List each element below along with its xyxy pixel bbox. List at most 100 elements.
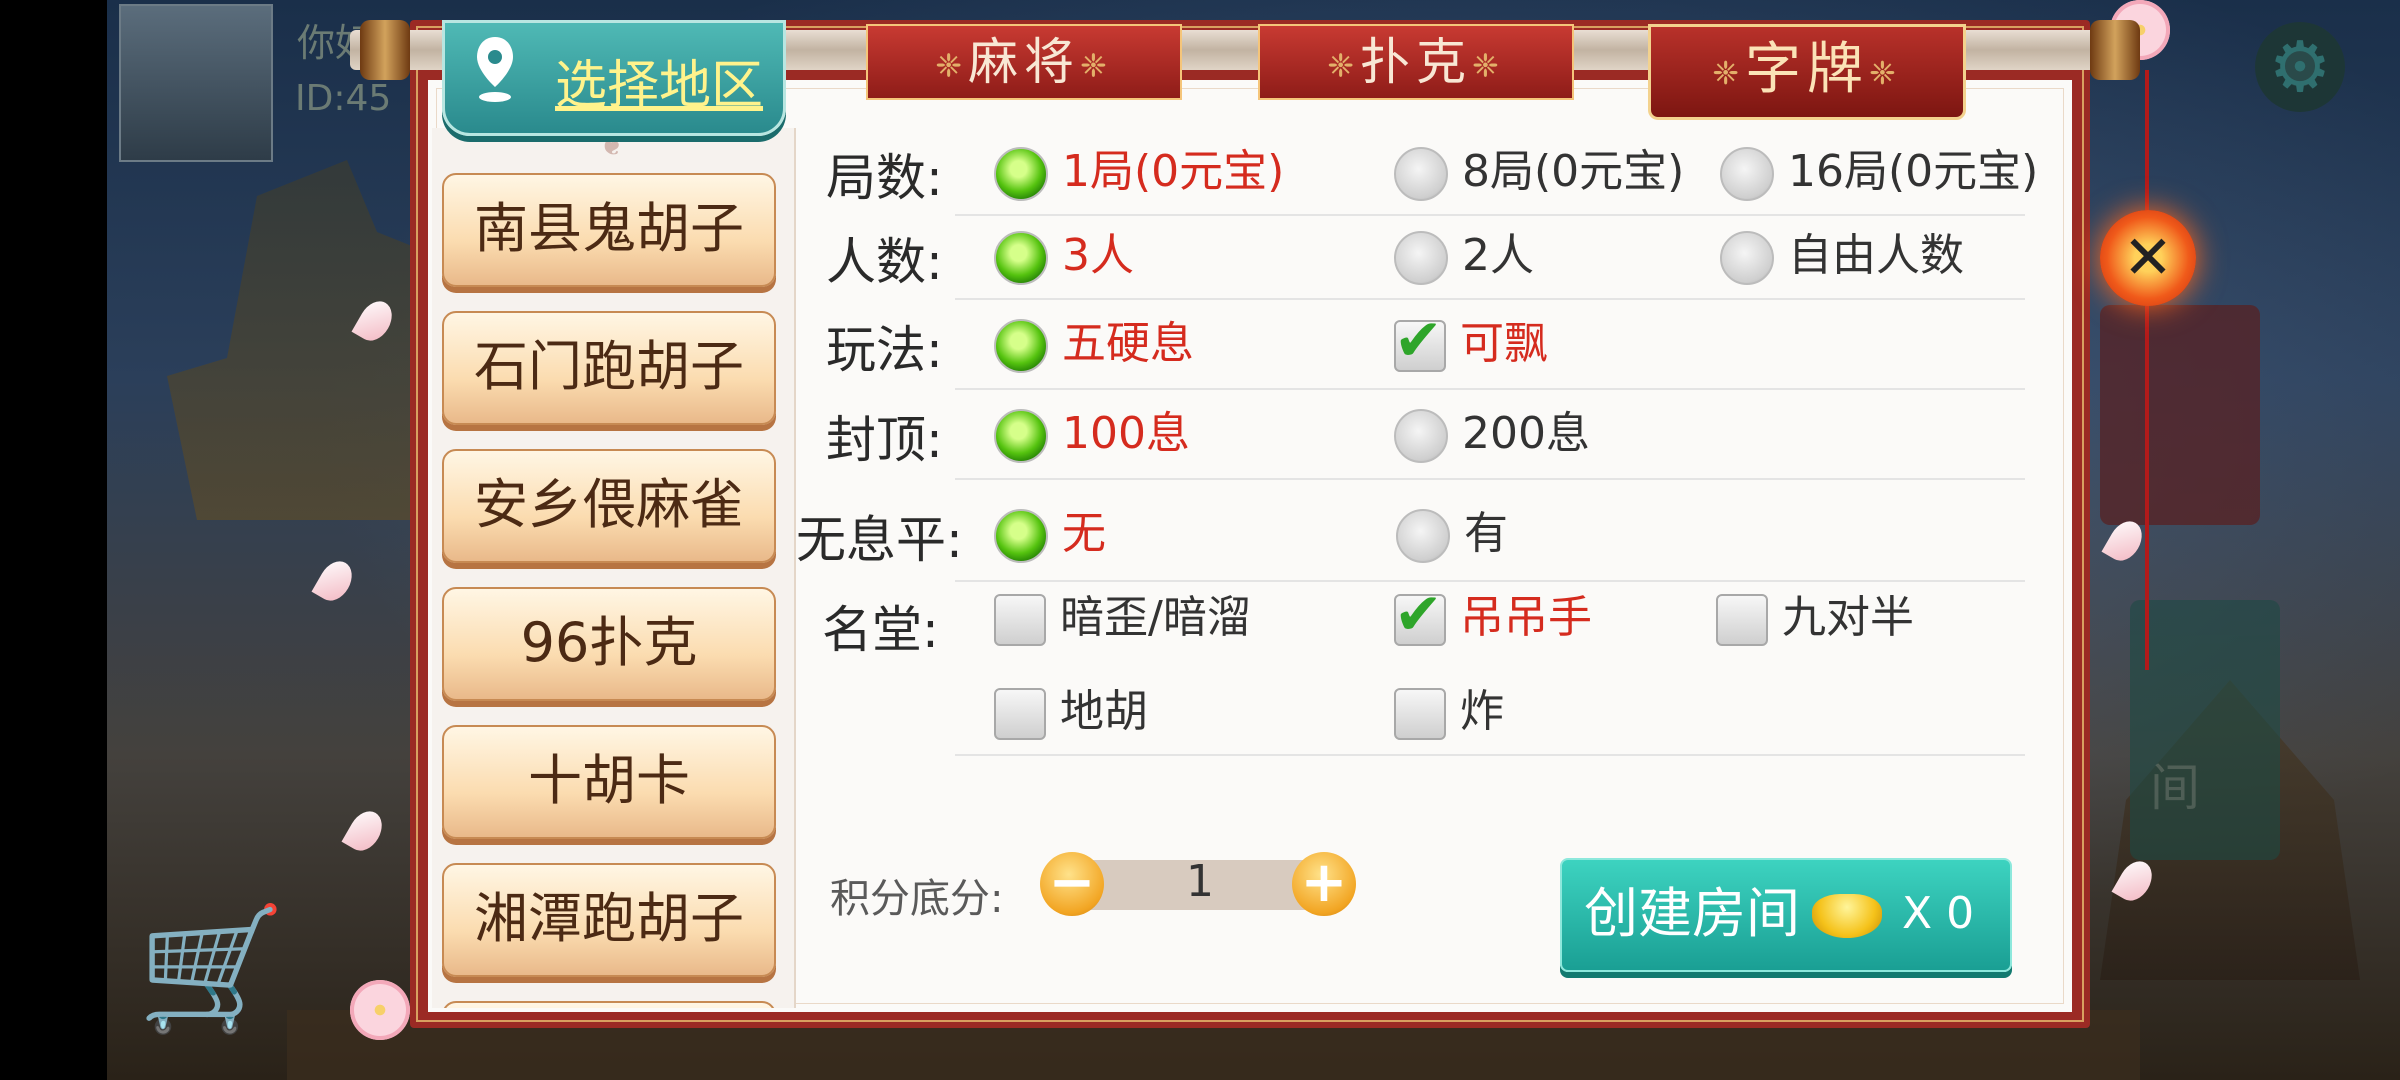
ming-tang-diaodiaoshou[interactable]: 吊吊手	[1394, 584, 1592, 648]
radio-selected-icon	[994, 509, 1048, 563]
side-card-green: 间	[2130, 600, 2280, 860]
tab-zipai[interactable]: ❈字牌❈	[1648, 24, 1966, 120]
option-text: 吊吊手	[1460, 592, 1592, 643]
tab-poker[interactable]: ❈扑克❈	[1258, 24, 1574, 100]
tab-label: 扑克	[1360, 33, 1472, 91]
game-item-shihuka[interactable]: 十胡卡	[442, 725, 776, 839]
base-score-value: 1	[1186, 856, 1214, 907]
option-text: 自由人数	[1788, 230, 1964, 281]
ornament-icon: ❈	[1472, 46, 1505, 85]
option-text: 8局(0元宝)	[1462, 146, 1685, 197]
ming-tang-angwai[interactable]: 暗歪/暗溜	[994, 588, 1251, 648]
option-text: 1局(0元宝)	[1062, 146, 1285, 197]
create-room-button[interactable]: 创建房间 X 0	[1560, 858, 2012, 972]
divider	[955, 214, 2025, 216]
players-option-2[interactable]: 2人	[1394, 226, 1534, 286]
game-item-anxiang-weimaque[interactable]: 安乡偎麻雀	[442, 449, 776, 563]
checkbox-icon	[1716, 594, 1768, 646]
gear-icon[interactable]: ⚙	[2255, 22, 2345, 112]
rounds-option-16[interactable]: 16局(0元宝)	[1720, 142, 2038, 202]
region-game-list: ❦ 南县鬼胡子 石门跑胡子 安乡偎麻雀 96扑克 十胡卡 湘潭跑胡子	[432, 128, 796, 1008]
ornament-icon: ❈	[1869, 53, 1902, 92]
option-text: 200息	[1462, 408, 1590, 459]
ming-tang-jiuduiban[interactable]: 九对半	[1716, 588, 1914, 648]
option-text: 3人	[1062, 230, 1134, 281]
radio-icon	[1720, 147, 1774, 201]
ming-tang-zha[interactable]: 炸	[1394, 682, 1504, 742]
select-region-tab[interactable]: 选择地区	[442, 20, 786, 136]
base-score-label: 积分底分:	[830, 876, 1004, 922]
option-text: 地胡	[1060, 686, 1148, 737]
option-text: 100息	[1062, 408, 1190, 459]
divider	[955, 754, 2025, 756]
cap-option-100[interactable]: 100息	[994, 404, 1190, 464]
shop-cart-icon[interactable]: 🛒	[137, 900, 317, 1040]
play-option-kepiao[interactable]: 可飘	[1394, 310, 1548, 374]
option-text: 炸	[1460, 686, 1504, 737]
user-id-text: ID:45	[295, 78, 392, 119]
radio-icon	[1394, 147, 1448, 201]
option-text: 无	[1062, 508, 1106, 559]
no-xi-ping-label: 无息平:	[796, 511, 963, 569]
option-text: 五硬息	[1062, 318, 1194, 369]
option-text: 可飘	[1460, 318, 1548, 369]
radio-icon	[1720, 231, 1774, 285]
players-option-free[interactable]: 自由人数	[1720, 226, 1964, 286]
lantern-cord	[2145, 70, 2149, 670]
ming-tang-dihu[interactable]: 地胡	[994, 682, 1148, 742]
game-item-96-poker[interactable]: 96扑克	[442, 587, 776, 701]
players-label: 人数:	[826, 233, 943, 291]
tab-mahjong[interactable]: ❈麻将❈	[866, 24, 1182, 100]
plus-button[interactable]: +	[1292, 852, 1356, 916]
cap-label: 封顶:	[826, 411, 943, 469]
play-label: 玩法:	[826, 321, 943, 379]
play-option-wuyingxi[interactable]: 五硬息	[994, 314, 1194, 374]
ingot-cost: X 0	[1902, 888, 1975, 939]
game-item-more[interactable]	[442, 1001, 776, 1008]
radio-selected-icon	[994, 319, 1048, 373]
tab-label: 麻将	[968, 33, 1080, 91]
rounds-option-8[interactable]: 8局(0元宝)	[1394, 142, 1684, 202]
select-region-label: 选择地区	[555, 56, 764, 116]
radio-icon	[1396, 509, 1450, 563]
room-icon: 间	[2150, 759, 2200, 817]
radio-selected-icon	[994, 409, 1048, 463]
ornament-icon: ❈	[1327, 46, 1360, 85]
ornament-icon: ❈	[1080, 46, 1113, 85]
location-pin-icon	[477, 37, 513, 102]
close-button[interactable]: ✕	[2100, 210, 2196, 306]
gold-ingot-icon	[1812, 894, 1882, 938]
option-text: 2人	[1462, 230, 1534, 281]
divider	[955, 298, 2025, 300]
no-xi-ping-option-yes[interactable]: 有	[1396, 504, 1508, 564]
checkbox-icon	[994, 688, 1046, 740]
option-text: 暗歪/暗溜	[1060, 592, 1251, 643]
checkbox-checked-icon	[1394, 584, 1446, 646]
radio-selected-icon	[994, 147, 1048, 201]
minus-button[interactable]: −	[1040, 852, 1104, 916]
scroll-cap-right	[2090, 20, 2140, 80]
option-text: 16局(0元宝)	[1788, 146, 2039, 197]
game-item-xiangtan-paohuzi[interactable]: 湘潭跑胡子	[442, 863, 776, 977]
option-text: 有	[1464, 508, 1508, 559]
ornament-icon: ❈	[1712, 53, 1745, 92]
game-item-nanxian-guihuzi[interactable]: 南县鬼胡子	[442, 173, 776, 287]
ming-tang-label: 名堂:	[822, 601, 939, 659]
radio-icon	[1394, 409, 1448, 463]
checkbox-icon	[994, 594, 1046, 646]
rounds-label: 局数:	[826, 149, 943, 207]
ornament-icon: ❈	[935, 46, 968, 85]
create-room-label: 创建房间	[1584, 882, 1800, 945]
no-xi-ping-option-none[interactable]: 无	[994, 504, 1106, 564]
rounds-option-1[interactable]: 1局(0元宝)	[994, 142, 1284, 202]
scroll-cap-left	[360, 20, 410, 80]
tab-label: 字牌	[1745, 37, 1869, 102]
checkbox-checked-icon	[1394, 310, 1446, 372]
players-option-3[interactable]: 3人	[994, 226, 1134, 286]
avatar[interactable]	[119, 4, 273, 162]
option-text: 九对半	[1782, 592, 1914, 643]
divider	[955, 478, 2025, 480]
cap-option-200[interactable]: 200息	[1394, 404, 1590, 464]
side-card-red	[2100, 305, 2260, 525]
game-item-shimen-paohuzi[interactable]: 石门跑胡子	[442, 311, 776, 425]
